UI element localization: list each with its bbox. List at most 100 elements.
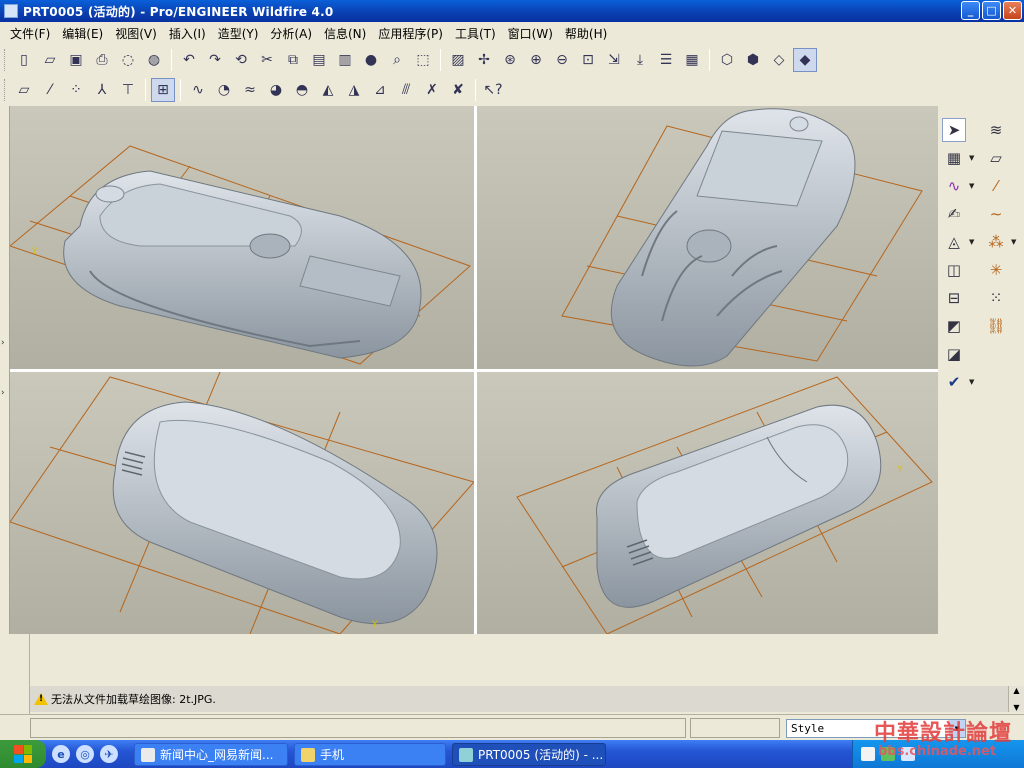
delete-all-icon[interactable]: ✘ bbox=[446, 78, 470, 102]
spin-center-icon[interactable]: ✢ bbox=[472, 48, 496, 72]
close-button[interactable]: ✕ bbox=[1003, 1, 1022, 20]
phone-model-view-1[interactable]: Y bbox=[10, 106, 474, 369]
minimize-button[interactable]: _ bbox=[961, 1, 980, 20]
view-manager-icon[interactable]: ▦ bbox=[680, 48, 704, 72]
new-icon[interactable]: ▯ bbox=[12, 48, 36, 72]
datum-point-display-icon[interactable]: ⁘ bbox=[64, 78, 88, 102]
cut-icon[interactable]: ✂ bbox=[255, 48, 279, 72]
viewport-front[interactable] bbox=[477, 106, 938, 369]
hidden-line-icon[interactable]: ⬢ bbox=[741, 48, 765, 72]
curve-from-surface-icon[interactable]: ✍ bbox=[942, 202, 966, 226]
menu-applications[interactable]: 应用程序(P) bbox=[372, 25, 449, 42]
expand-arrow-icon[interactable]: › bbox=[1, 338, 5, 348]
curve-network-icon[interactable]: ⫻ bbox=[394, 78, 418, 102]
axis-icon[interactable]: ⁄ bbox=[984, 174, 1008, 198]
scroll-down-icon[interactable]: ▼ bbox=[1013, 703, 1019, 712]
menu-info[interactable]: 信息(N) bbox=[318, 25, 372, 42]
menu-edit[interactable]: 编辑(E) bbox=[56, 25, 109, 42]
phone-model-view-3[interactable]: Y bbox=[10, 372, 474, 634]
scroll-up-icon[interactable]: ▲ bbox=[1013, 686, 1019, 695]
delete-analysis-icon[interactable]: ✗ bbox=[420, 78, 444, 102]
wireframe-icon[interactable]: ⬡ bbox=[715, 48, 739, 72]
gaussian-curvature-icon[interactable]: ◕ bbox=[264, 78, 288, 102]
taskbar-item-active[interactable]: PRT0005 (活动的) - ... bbox=[452, 743, 606, 766]
expand-arrow-icon[interactable]: › bbox=[1, 388, 5, 398]
menu-window[interactable]: 窗口(W) bbox=[502, 25, 559, 42]
saved-views-icon[interactable]: ⤓ bbox=[628, 48, 652, 72]
menu-help[interactable]: 帮助(H) bbox=[559, 25, 613, 42]
viewport-right-iso[interactable]: Y bbox=[477, 372, 938, 634]
offset-analysis-icon[interactable]: ≈ bbox=[238, 78, 262, 102]
select-box-icon[interactable]: ⬚ bbox=[411, 48, 435, 72]
plane-icon[interactable]: ▱ bbox=[984, 146, 1008, 170]
refit-icon[interactable]: ⊡ bbox=[576, 48, 600, 72]
datum-plane-display-icon[interactable]: ▱ bbox=[12, 78, 36, 102]
taskbar-item[interactable]: 手机 bbox=[294, 743, 446, 766]
find-icon[interactable]: ⌕ bbox=[385, 48, 409, 72]
dropdown-arrow-icon[interactable]: ▼ bbox=[1011, 238, 1016, 246]
no-hidden-icon[interactable]: ◇ bbox=[767, 48, 791, 72]
menu-file[interactable]: 文件(F) bbox=[4, 25, 56, 42]
start-button[interactable] bbox=[0, 740, 46, 768]
surface-icon[interactable]: ✳ bbox=[984, 258, 1008, 282]
draft-analysis-icon[interactable]: ◓ bbox=[290, 78, 314, 102]
graphics-window[interactable]: Y Y Y bbox=[10, 106, 938, 634]
selection-filter[interactable]: Style ▼ bbox=[786, 719, 966, 738]
menu-view[interactable]: 视图(V) bbox=[109, 25, 163, 42]
dihedral-icon[interactable]: ⊿ bbox=[368, 78, 392, 102]
menu-style[interactable]: 造型(Y) bbox=[212, 25, 265, 42]
reflection-analysis-icon[interactable]: ◮ bbox=[342, 78, 366, 102]
email-icon[interactable]: ◍ bbox=[142, 48, 166, 72]
section-analysis-icon[interactable]: ◔ bbox=[212, 78, 236, 102]
edit-curve-icon[interactable]: ◬ bbox=[942, 230, 966, 254]
message-scrollbar[interactable]: ▲ ▼ bbox=[1008, 686, 1024, 712]
undo-icon[interactable]: ↶ bbox=[177, 48, 201, 72]
dropdown-arrow-icon[interactable]: ▼ bbox=[969, 238, 974, 246]
reorient-icon[interactable]: ⇲ bbox=[602, 48, 626, 72]
datum-axis-display-icon[interactable]: ⁄ bbox=[38, 78, 62, 102]
spline-icon[interactable]: ∼ bbox=[984, 202, 1008, 226]
regenerate-icon[interactable]: ⟲ bbox=[229, 48, 253, 72]
navigator-collapse-strip[interactable]: › › bbox=[0, 106, 10, 634]
boundary-surface-icon[interactable]: ◫ bbox=[942, 258, 966, 282]
zoom-out-icon[interactable]: ⊖ bbox=[550, 48, 574, 72]
dropdown-arrow-icon[interactable]: ▼ bbox=[969, 154, 974, 162]
trim-surface-icon[interactable]: ◪ bbox=[942, 342, 966, 366]
tray-volume-icon[interactable] bbox=[901, 747, 915, 761]
select-arrow-icon[interactable]: ➤ bbox=[942, 118, 966, 142]
viewport-top-iso[interactable]: Y bbox=[10, 106, 474, 369]
sketch-grid-icon[interactable]: ⊞ bbox=[151, 78, 175, 102]
dropdown-arrow-icon[interactable]: ▼ bbox=[969, 378, 974, 386]
print-icon[interactable]: ⎙ bbox=[90, 48, 114, 72]
slope-analysis-icon[interactable]: ◭ bbox=[316, 78, 340, 102]
trim-icon[interactable]: ⁙ bbox=[984, 286, 1008, 310]
chevron-down-icon[interactable]: ▼ bbox=[949, 720, 965, 737]
toolbar-grip[interactable] bbox=[4, 79, 7, 101]
toolbar-grip[interactable] bbox=[4, 49, 7, 71]
phone-model-view-4[interactable]: Y bbox=[477, 372, 938, 634]
repaint-icon[interactable]: ▨ bbox=[446, 48, 470, 72]
curve-icon[interactable]: ∿ bbox=[942, 174, 966, 198]
browser-icon[interactable]: ◎ bbox=[76, 745, 94, 763]
tray-network-icon[interactable] bbox=[881, 747, 895, 761]
save-icon[interactable]: ▣ bbox=[64, 48, 88, 72]
paste-special-icon[interactable]: ▥ bbox=[333, 48, 357, 72]
annotation-display-icon[interactable]: ⊤ bbox=[116, 78, 140, 102]
zoom-in-icon[interactable]: ⊕ bbox=[524, 48, 548, 72]
datum-plane-icon[interactable]: ▦ bbox=[942, 146, 966, 170]
redo-icon[interactable]: ↷ bbox=[203, 48, 227, 72]
maximize-button[interactable]: □ bbox=[982, 1, 1001, 20]
viewport-back-iso[interactable]: Y bbox=[10, 372, 474, 634]
point-icon[interactable]: ⁂ bbox=[984, 230, 1008, 254]
copy-icon[interactable]: ⧉ bbox=[281, 48, 305, 72]
coordinate-system-display-icon[interactable]: ⅄ bbox=[90, 78, 114, 102]
paste-icon[interactable]: ▤ bbox=[307, 48, 331, 72]
menu-tools[interactable]: 工具(T) bbox=[449, 25, 502, 42]
done-icon[interactable]: ✔ bbox=[942, 370, 966, 394]
surface-connect-icon[interactable]: ⊟ bbox=[942, 286, 966, 310]
surface-edit-icon[interactable]: ◩ bbox=[942, 314, 966, 338]
menu-analysis[interactable]: 分析(A) bbox=[264, 25, 318, 42]
layers-icon[interactable]: ☰ bbox=[654, 48, 678, 72]
link-icon[interactable]: ⛓ bbox=[984, 314, 1008, 338]
curvature-analysis-icon[interactable]: ∿ bbox=[186, 78, 210, 102]
